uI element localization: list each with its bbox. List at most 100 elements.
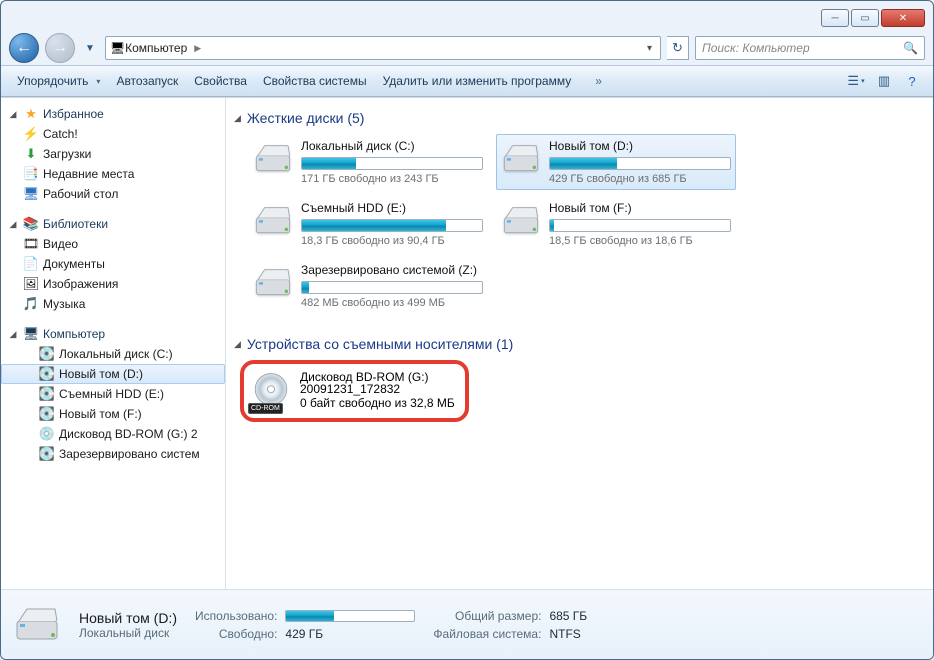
autoplay-button[interactable]: Автозапуск xyxy=(108,70,186,92)
drive-z[interactable]: Зарезервировано системой (Z:) 482 МБ сво… xyxy=(248,258,488,314)
favorites-item-recent[interactable]: 📑Недавние места xyxy=(1,164,225,184)
drive-free-text: 18,5 ГБ свободно из 18,6 ГБ xyxy=(549,235,731,247)
view-mode-button[interactable]: ☰ xyxy=(843,70,869,92)
command-bar: Упорядочить Автозапуск Свойства Свойства… xyxy=(1,65,933,97)
capacity-fill xyxy=(550,220,554,231)
section-removable[interactable]: ◢ Устройства со съемными носителями (1) xyxy=(230,332,921,360)
used-bar xyxy=(285,610,415,622)
hdd-icon xyxy=(253,263,293,303)
collapse-icon[interactable]: ◢ xyxy=(7,329,19,340)
libraries-item-music[interactable]: 🎵Музыка xyxy=(1,294,225,314)
drive-name: Локальный диск (C:) xyxy=(301,139,483,153)
drive-c[interactable]: Локальный диск (C:) 171 ГБ свободно из 2… xyxy=(248,134,488,190)
computer-header[interactable]: ◢ 🖥 Компьютер xyxy=(1,324,225,344)
hdd-icon xyxy=(501,201,541,241)
forward-button[interactable]: → xyxy=(45,33,75,63)
used-bar-fill xyxy=(286,611,333,621)
favorites-item-downloads[interactable]: ⬇Загрузки xyxy=(1,144,225,164)
computer-icon: 🖥 xyxy=(23,326,39,342)
drive-e[interactable]: Съемный HDD (E:) 18,3 ГБ свободно из 90,… xyxy=(248,196,488,252)
navigation-pane: ◢ ★ Избранное ⚡Catch! ⬇Загрузки 📑Недавни… xyxy=(1,98,226,589)
capacity-fill xyxy=(302,220,446,231)
libraries-header[interactable]: ◢ 📚 Библиотеки xyxy=(1,214,225,234)
drive-name: Съемный HDD (E:) xyxy=(301,201,483,215)
removable-drive-volname: 20091231_172832 xyxy=(300,382,455,396)
libraries-label: Библиотеки xyxy=(43,217,108,231)
toolbar-overflow-button[interactable]: » xyxy=(587,70,610,92)
favorites-item-catch[interactable]: ⚡Catch! xyxy=(1,124,225,144)
nav-drive-z[interactable]: ▸💽Зарезервировано систем xyxy=(1,444,225,464)
address-dropdown-icon[interactable]: ▾ xyxy=(643,43,656,54)
drive-info: Съемный HDD (E:) 18,3 ГБ свободно из 90,… xyxy=(301,201,483,247)
libraries-item-video[interactable]: 🎞Видео xyxy=(1,234,225,254)
collapse-icon[interactable]: ◢ xyxy=(7,109,19,120)
collapse-icon[interactable]: ◢ xyxy=(7,219,19,230)
drive-name: Новый том (D:) xyxy=(549,139,731,153)
computer-group: ◢ 🖥 Компьютер ▸💽Локальный диск (C:) ▸💽Но… xyxy=(1,324,225,464)
system-properties-button[interactable]: Свойства системы xyxy=(255,70,375,92)
fs-value: NTFS xyxy=(549,627,587,641)
search-input[interactable]: Поиск: Компьютер 🔍 xyxy=(695,36,925,60)
organize-button[interactable]: Упорядочить xyxy=(9,70,108,92)
details-drive-icon xyxy=(13,601,61,649)
nav-drive-e[interactable]: ▸💽Съемный HDD (E:) xyxy=(1,384,225,404)
details-pane: Новый том (D:) Локальный диск Использова… xyxy=(1,589,933,659)
cdrom-badge: CD-ROM xyxy=(248,403,283,414)
drive-d[interactable]: Новый том (D:) 429 ГБ свободно из 685 ГБ xyxy=(496,134,736,190)
content-pane: ◢ Жесткие диски (5) Локальный диск (C:) … xyxy=(226,98,933,589)
details-title: Новый том (D:) xyxy=(79,610,177,626)
preview-pane-button[interactable]: ▥ xyxy=(871,70,897,92)
removable-drive-free: 0 байт свободно из 32,8 МБ xyxy=(300,396,455,410)
removable-drive-info[interactable]: Дисковод BD-ROM (G:) 20091231_172832 0 б… xyxy=(300,370,455,410)
close-button[interactable]: ✕ xyxy=(881,9,925,27)
free-value: 429 ГБ xyxy=(285,627,415,641)
hdd-icon xyxy=(253,201,293,241)
drive-f[interactable]: Новый том (F:) 18,5 ГБ свободно из 18,6 … xyxy=(496,196,736,252)
favorites-item-desktop[interactable]: 🖥Рабочий стол xyxy=(1,184,225,204)
drive-info: Локальный диск (C:) 171 ГБ свободно из 2… xyxy=(301,139,483,185)
capacity-bar xyxy=(301,219,483,232)
refresh-button[interactable]: ↻ xyxy=(667,36,689,60)
details-subtitle: Локальный диск xyxy=(79,626,177,640)
history-dropdown-icon[interactable]: ▼ xyxy=(81,43,99,54)
explorer-window: ─ ▭ ✕ ← → ▼ 🖥 Компьютер ▶ ▾ ↻ Поиск: Ком… xyxy=(0,0,934,660)
libraries-item-documents[interactable]: 📄Документы xyxy=(1,254,225,274)
drive-name: Новый том (F:) xyxy=(549,201,731,215)
nav-drive-g[interactable]: ▸💿Дисковод BD-ROM (G:) 2 xyxy=(1,424,225,444)
help-button[interactable]: ? xyxy=(899,70,925,92)
total-label: Общий размер: xyxy=(433,609,541,623)
libraries-item-images[interactable]: 🖼Изображения xyxy=(1,274,225,294)
maximize-button[interactable]: ▭ xyxy=(851,9,879,27)
nav-drive-c[interactable]: ▸💽Локальный диск (C:) xyxy=(1,344,225,364)
uninstall-button[interactable]: Удалить или изменить программу xyxy=(375,70,580,92)
collapse-icon[interactable]: ◢ xyxy=(234,339,241,350)
details-col-1: Использовано: Свободно: 429 ГБ xyxy=(195,609,415,641)
hard-drives-list: Локальный диск (C:) 171 ГБ свободно из 2… xyxy=(230,134,921,314)
chevron-right-icon[interactable]: ▶ xyxy=(191,43,204,54)
favorites-header[interactable]: ◢ ★ Избранное xyxy=(1,104,225,124)
drive-info: Новый том (F:) 18,5 ГБ свободно из 18,6 … xyxy=(549,201,731,247)
capacity-bar xyxy=(301,157,483,170)
nav-drive-d[interactable]: ▸💽Новый том (D:) xyxy=(1,364,225,384)
drive-free-text: 171 ГБ свободно из 243 ГБ xyxy=(301,173,483,185)
computer-label: Компьютер xyxy=(43,327,105,341)
section-title: Жесткие диски (5) xyxy=(247,110,365,126)
libraries-icon: 📚 xyxy=(23,216,39,232)
search-icon: 🔍 xyxy=(903,41,918,55)
collapse-icon[interactable]: ◢ xyxy=(234,113,241,124)
fs-label: Файловая система: xyxy=(433,627,541,641)
section-hard-drives[interactable]: ◢ Жесткие диски (5) xyxy=(230,106,921,134)
breadcrumb-segment[interactable]: Компьютер ▶ xyxy=(125,41,204,55)
bd-rom-icon: CD-ROM xyxy=(250,370,292,412)
nav-drive-f[interactable]: ▸💽Новый том (F:) xyxy=(1,404,225,424)
navigation-bar: ← → ▼ 🖥 Компьютер ▶ ▾ ↻ Поиск: Компьютер… xyxy=(1,31,933,65)
capacity-fill xyxy=(302,282,309,293)
capacity-fill xyxy=(302,158,356,169)
used-label: Использовано: xyxy=(195,609,277,623)
hdd-icon xyxy=(501,139,541,179)
address-bar[interactable]: 🖥 Компьютер ▶ ▾ xyxy=(105,36,661,60)
minimize-button[interactable]: ─ xyxy=(821,9,849,27)
back-button[interactable]: ← xyxy=(9,33,39,63)
properties-button[interactable]: Свойства xyxy=(186,70,255,92)
toolbar-right: ☰ ▥ ? xyxy=(843,70,925,92)
